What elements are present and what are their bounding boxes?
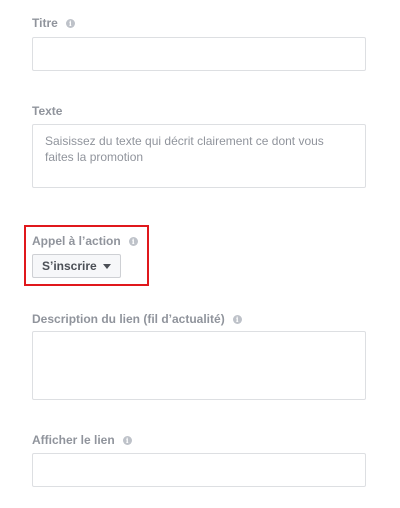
info-icon[interactable]: i: [122, 435, 132, 445]
info-icon[interactable]: i: [65, 18, 75, 28]
link-description-label-text: Description du lien (fil d’actualité): [32, 312, 225, 326]
info-icon[interactable]: i: [128, 236, 138, 246]
link-description-textarea[interactable]: [33, 332, 365, 399]
title-label-text: Titre: [32, 16, 58, 30]
display-link-input[interactable]: [33, 454, 365, 486]
link-description-field[interactable]: [32, 331, 366, 400]
cta-dropdown-button[interactable]: S’inscrire: [32, 254, 121, 278]
info-icon[interactable]: i: [232, 314, 242, 324]
display-link-label-text: Afficher le lien: [32, 433, 115, 447]
text-label-text: Texte: [32, 104, 63, 118]
text-label: Texte: [32, 104, 62, 118]
text-textarea[interactable]: [33, 125, 365, 187]
cta-label-text: Appel à l’action: [32, 234, 121, 248]
text-field[interactable]: [32, 124, 366, 188]
title-field[interactable]: [32, 37, 366, 71]
display-link-label: Afficher le lien i: [32, 433, 132, 447]
cta-label: Appel à l’action i: [32, 234, 138, 248]
link-description-label: Description du lien (fil d’actualité) i: [32, 312, 242, 326]
caret-down-icon: [102, 263, 111, 269]
title-label: Titre i: [32, 16, 75, 30]
display-link-field[interactable]: [32, 453, 366, 487]
cta-selected-value: S’inscrire: [42, 259, 97, 273]
title-input[interactable]: [33, 38, 365, 70]
